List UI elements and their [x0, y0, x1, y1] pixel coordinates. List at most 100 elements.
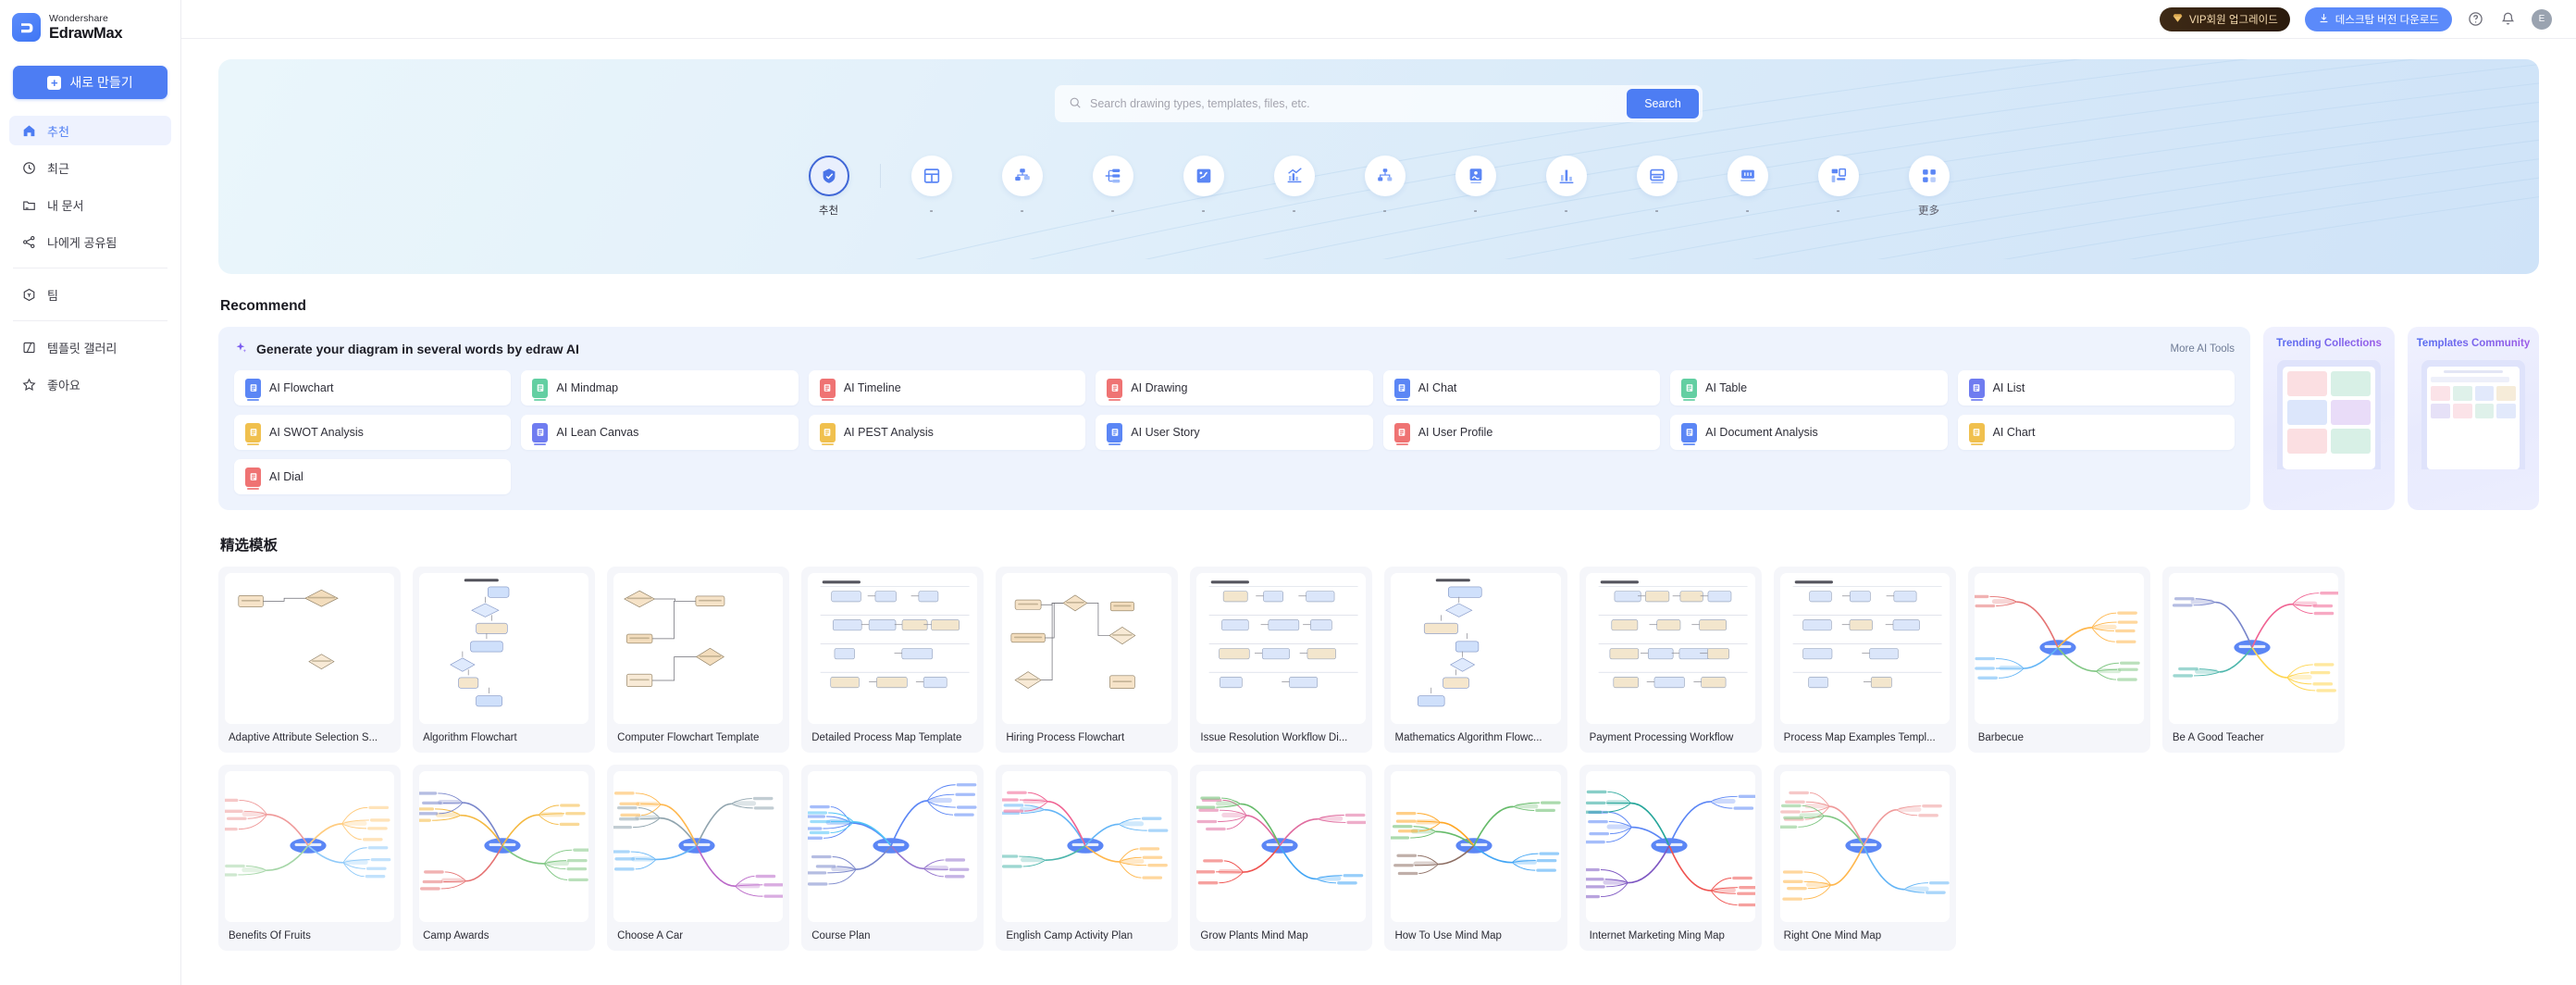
category-item-8[interactable]: -	[1521, 156, 1612, 218]
category-label: 추천	[818, 206, 839, 217]
search-input[interactable]	[1090, 97, 1627, 110]
sidebar-item-recent[interactable]: 최근	[9, 153, 171, 182]
template-card[interactable]: Barbecue	[1967, 567, 2150, 753]
avatar[interactable]: E	[2532, 8, 2552, 30]
ai-tool-chip[interactable]: AI Flowchart	[234, 370, 512, 405]
ai-tool-chip[interactable]: AI Chart	[1957, 415, 2235, 450]
template-name: Detailed Process Map Template	[811, 732, 962, 743]
ai-tool-label: AI PEST Analysis	[843, 426, 934, 439]
ai-tool-chip[interactable]: AI User Profile	[1382, 415, 1661, 450]
sidebar-item-template-gallery[interactable]: 템플릿 갤러리	[9, 332, 171, 362]
ai-tool-icon	[245, 422, 261, 445]
template-card[interactable]: Process Map Examples Templ...	[1773, 567, 1956, 753]
ai-tool-chip[interactable]: AI Dial	[234, 459, 512, 494]
category-item-3[interactable]: -	[1068, 156, 1158, 218]
template-thumbnail	[225, 771, 395, 922]
category-item-1[interactable]: -	[886, 156, 977, 218]
category-item-0[interactable]: 추천	[784, 156, 874, 218]
ai-tool-chip[interactable]: AI Lean Canvas	[521, 415, 799, 450]
sidebar-label-my-documents: 내 문서	[47, 198, 84, 213]
ai-panel-title-wrap: Generate your diagram in several words b…	[234, 341, 579, 357]
template-card[interactable]: Payment Processing Workflow	[1579, 567, 1762, 753]
template-card[interactable]: English Camp Activity Plan	[996, 765, 1179, 951]
template-name: Payment Processing Workflow	[1589, 732, 1734, 743]
download-desktop-button[interactable]: 데스크탑 버전 다운로드	[2304, 6, 2452, 31]
category-item-6[interactable]: -	[1340, 156, 1430, 218]
template-name: Choose A Car	[617, 930, 684, 941]
template-card[interactable]: Detailed Process Map Template	[801, 567, 985, 753]
help-circle-icon[interactable]	[2467, 10, 2484, 28]
sidebar-item-favorites[interactable]: 좋아요	[9, 369, 171, 399]
brand-logo[interactable]: Wondershare EdrawMax	[0, 0, 180, 42]
sidebar-label-recommend: 추천	[47, 124, 69, 139]
template-name: How To Use Mind Map	[1394, 930, 1502, 941]
edraw-logo-icon	[12, 13, 41, 42]
template-card[interactable]: Hiring Process Flowchart	[996, 567, 1179, 753]
template-card[interactable]: Right One Mind Map	[1773, 765, 1956, 951]
mini-cell	[2431, 404, 2450, 418]
category-label: -	[1745, 206, 1750, 217]
category-item-12[interactable]: 更多	[1884, 156, 1975, 218]
template-name: Grow Plants Mind Map	[1200, 930, 1308, 941]
template-card[interactable]: Camp Awards	[413, 765, 596, 951]
ai-tool-chip[interactable]: AI Table	[1670, 370, 1948, 405]
category-item-5[interactable]: -	[1249, 156, 1340, 218]
sidebar-label-shared-with-me: 나에게 공유됨	[47, 235, 118, 250]
template-name: Camp Awards	[423, 930, 489, 941]
more-ai-tools-link[interactable]: More AI Tools	[2171, 343, 2235, 355]
sidebar-nav: 추천 최근 내 문서 나에게 공유됨 팀 템플릿 갤러리 좋아요	[0, 116, 180, 399]
promo-card-community[interactable]: Templates Community	[2408, 327, 2539, 510]
template-name: Issue Resolution Workflow Di...	[1200, 732, 1348, 743]
ai-tool-chip[interactable]: AI Mindmap	[521, 370, 799, 405]
ai-tool-label: AI Drawing	[1131, 381, 1188, 394]
search-button-label: Search	[1644, 97, 1681, 110]
template-card[interactable]: Computer Flowchart Template	[607, 567, 790, 753]
ai-tool-chip[interactable]: AI List	[1957, 370, 2235, 405]
category-item-9[interactable]: -	[1612, 156, 1703, 218]
ai-tool-chip[interactable]: AI Chat	[1382, 370, 1661, 405]
ai-tool-chip[interactable]: AI Document Analysis	[1670, 415, 1948, 450]
clock-icon	[22, 161, 36, 175]
category-item-2[interactable]: -	[977, 156, 1068, 218]
ai-tool-chip[interactable]: AI User Story	[1096, 415, 1373, 450]
ai-tool-chip[interactable]: AI Timeline	[808, 370, 1086, 405]
new-document-button[interactable]: + 새로 만들기	[13, 66, 167, 99]
search-button[interactable]: Search	[1627, 89, 1699, 118]
template-card[interactable]: Internet Marketing Ming Map	[1579, 765, 1762, 951]
category-item-10[interactable]: -	[1703, 156, 1793, 218]
sidebar-item-shared-with-me[interactable]: 나에게 공유됨	[9, 227, 171, 256]
bell-icon[interactable]	[2499, 10, 2517, 28]
template-card[interactable]: Choose A Car	[607, 765, 790, 951]
template-card[interactable]: Course Plan	[801, 765, 985, 951]
template-card[interactable]: Be A Good Teacher	[2161, 567, 2345, 753]
promo-card-trending[interactable]: Trending Collections	[2263, 327, 2395, 510]
category-label: -	[1201, 206, 1206, 217]
ai-tool-chip[interactable]: AI SWOT Analysis	[234, 415, 512, 450]
template-card[interactable]: Mathematics Algorithm Flowc...	[1384, 567, 1567, 753]
tree-list-icon	[1092, 156, 1133, 196]
template-card[interactable]: Adaptive Attribute Selection S...	[218, 567, 402, 753]
sidebar-item-my-documents[interactable]: 내 문서	[9, 190, 171, 219]
ai-tool-label: AI Chart	[1992, 426, 2036, 439]
template-thumbnail	[419, 573, 589, 724]
mini-cell	[2496, 386, 2516, 401]
template-name: Course Plan	[811, 930, 871, 941]
template-card[interactable]: Issue Resolution Workflow Di...	[1190, 567, 1373, 753]
template-thumbnail	[808, 771, 978, 922]
template-card[interactable]: Algorithm Flowchart	[413, 567, 596, 753]
ai-tool-chip[interactable]: AI PEST Analysis	[808, 415, 1086, 450]
template-card[interactable]: Grow Plants Mind Map	[1190, 765, 1373, 951]
ai-tool-icon	[1681, 378, 1698, 401]
template-card[interactable]: How To Use Mind Map	[1384, 765, 1567, 951]
template-thumbnail	[225, 573, 395, 724]
ai-tool-chip[interactable]: AI Drawing	[1096, 370, 1373, 405]
sidebar-item-recommend[interactable]: 추천	[9, 116, 171, 145]
vip-upgrade-button[interactable]: VIP회원 업그레이드	[2160, 6, 2290, 31]
sidebar-label-favorites: 좋아요	[47, 378, 80, 393]
category-item-4[interactable]: -	[1158, 156, 1249, 218]
category-item-11[interactable]: -	[1793, 156, 1884, 218]
category-item-7[interactable]: -	[1430, 156, 1521, 218]
sidebar-item-team[interactable]: 팀	[9, 280, 171, 309]
template-card[interactable]: Benefits Of Fruits	[218, 765, 402, 951]
more-squares-icon	[1908, 156, 1950, 196]
